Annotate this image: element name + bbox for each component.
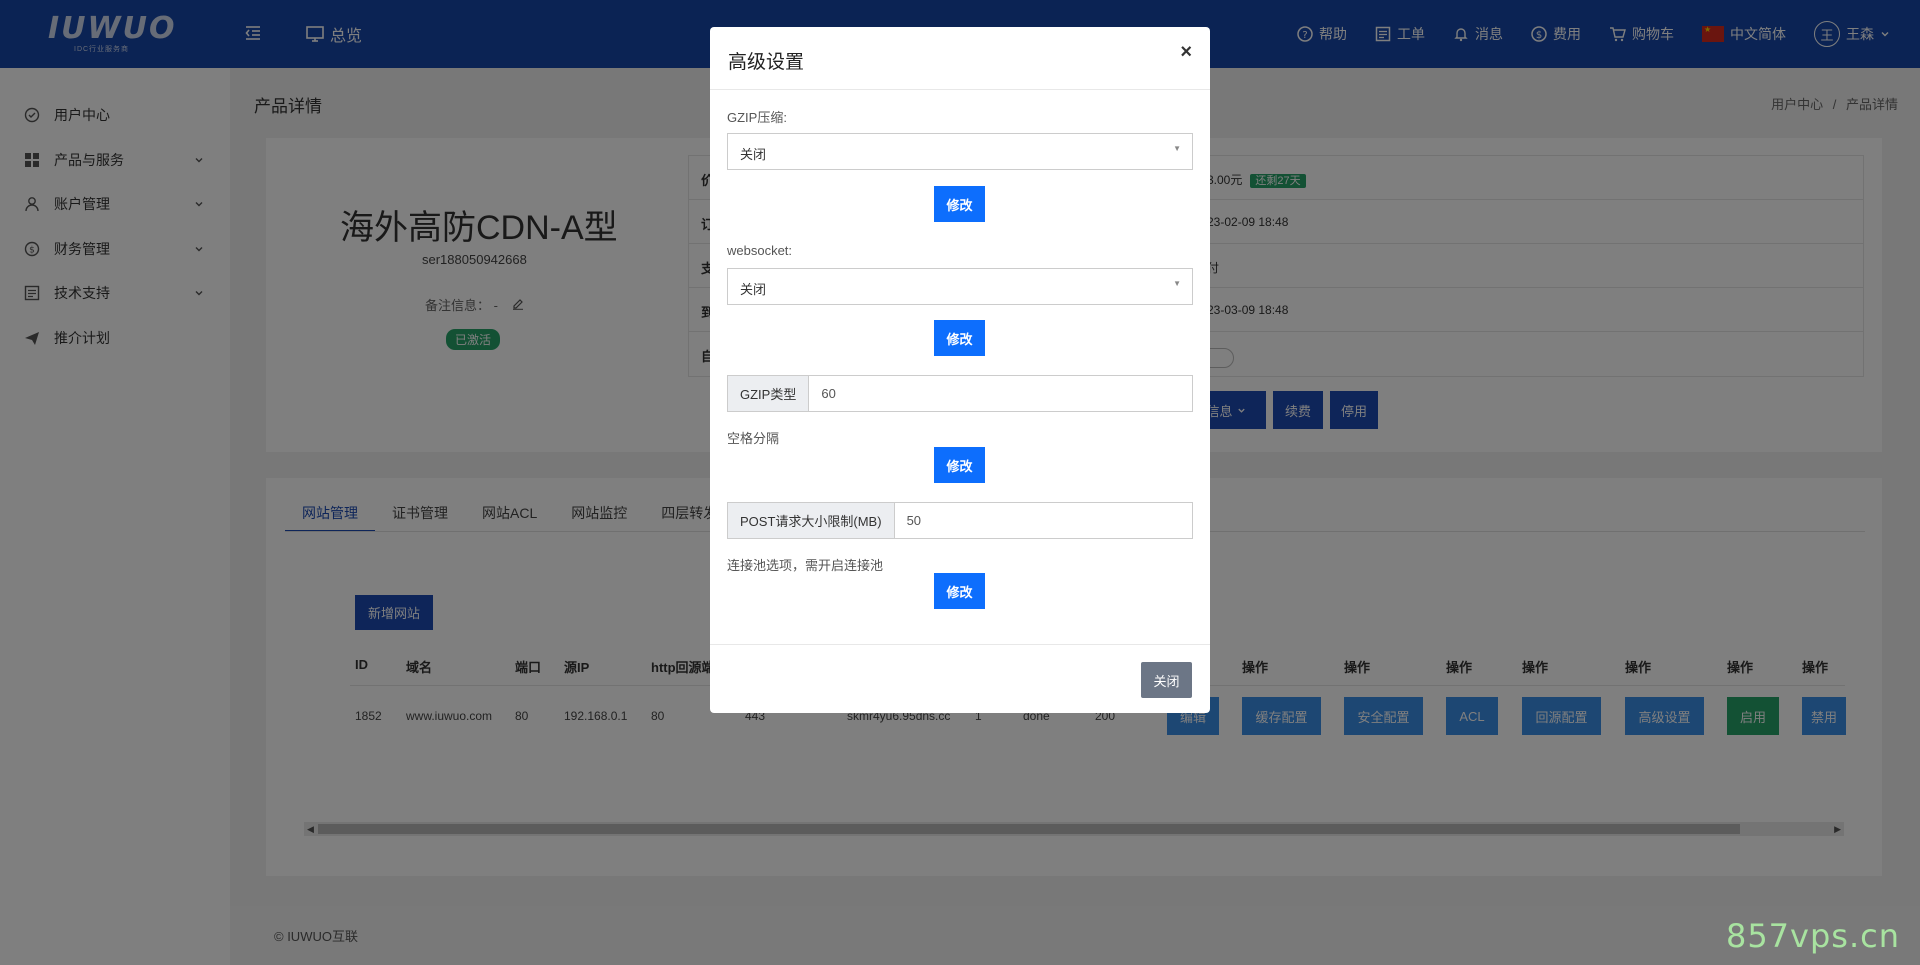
modal-footer-divider (710, 644, 1210, 645)
websocket-label: websocket: (727, 243, 793, 258)
gzip-type-hint: 空格分隔 (727, 431, 780, 446)
gzip-type-input-group: GZIP类型 60 (727, 375, 1193, 412)
advanced-settings-modal: 高级设置 × GZIP压缩: 关闭 ▼ 修改 websocket: 关闭 ▼ 修… (710, 27, 1210, 713)
pool-hint: 连接池选项，需开启连接池 (727, 558, 884, 573)
gzip-select[interactable]: 关闭 ▼ (727, 133, 1193, 170)
websocket-select[interactable]: 关闭 ▼ (727, 268, 1193, 305)
gzip-label: GZIP压缩: (727, 110, 787, 125)
post-limit-addon: POST请求大小限制(MB) (728, 503, 895, 538)
close-button[interactable]: 关闭 (1141, 662, 1192, 698)
gzip-type-input[interactable]: 60 (809, 376, 1192, 411)
caret-down-icon: ▼ (1173, 279, 1181, 288)
close-icon[interactable]: × (1180, 41, 1192, 64)
caret-down-icon: ▼ (1173, 144, 1181, 153)
modal-header-divider (710, 89, 1210, 90)
modify-gzip-button[interactable]: 修改 (934, 186, 985, 222)
modal-title: 高级设置 (728, 52, 805, 73)
post-limit-input[interactable]: 50 (895, 503, 1192, 538)
gzip-select-value: 关闭 (740, 147, 767, 162)
watermark: 857vps.cn (1725, 917, 1900, 955)
gzip-type-addon: GZIP类型 (728, 376, 810, 411)
post-limit-input-group: POST请求大小限制(MB) 50 (727, 502, 1193, 539)
modify-websocket-button[interactable]: 修改 (934, 320, 985, 356)
websocket-select-value: 关闭 (740, 282, 767, 297)
modify-gzip-type-button[interactable]: 修改 (934, 447, 985, 483)
modify-post-limit-button[interactable]: 修改 (934, 573, 985, 609)
